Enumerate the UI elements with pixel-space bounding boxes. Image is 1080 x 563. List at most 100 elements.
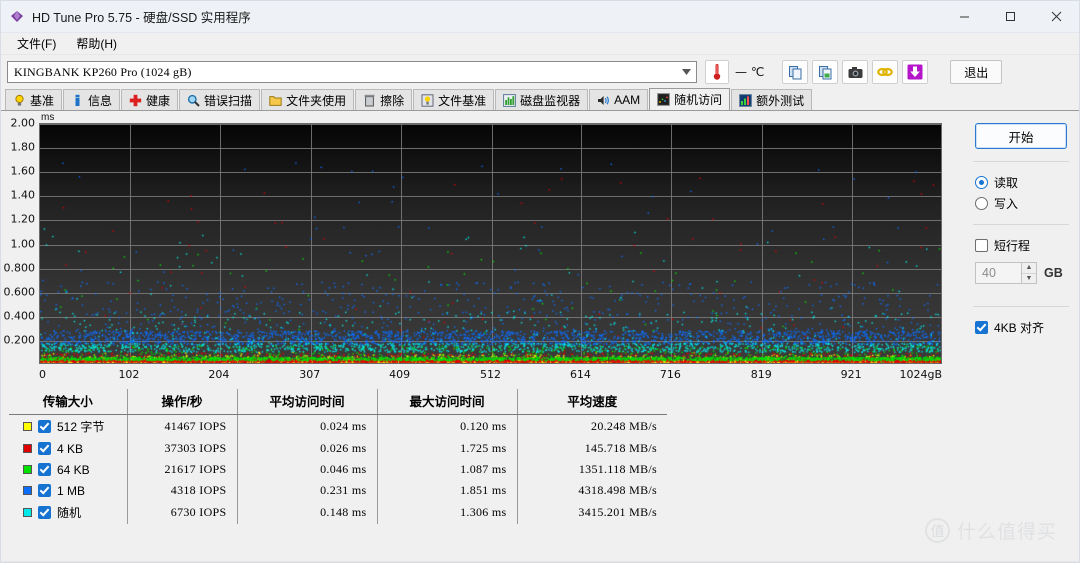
tab-random-access[interactable]: 随机访问: [649, 88, 731, 110]
table-header-row: 传输大小 操作/秒 平均访问时间 最大访问时间 平均速度: [9, 389, 667, 415]
x-axis-tick: 307: [299, 368, 321, 381]
chevron-down-icon: [682, 62, 691, 82]
series-label: 64 KB: [57, 462, 90, 477]
title-bar: HD Tune Pro 5.75 - 硬盘/SSD 实用程序: [1, 1, 1079, 33]
x-axis: 0 102 204 307 409 512 614 716 819 921 1024gB: [39, 368, 942, 384]
tab-extra-tests[interactable]: 额外测试: [731, 89, 813, 110]
y-axis: 2.00 1.80 1.60 1.40 1.20 1.00 0.800 0.600 0.400 0…: [1, 116, 39, 364]
tab-label: 随机访问: [674, 93, 723, 107]
y-axis-tick: 1.20: [10, 212, 36, 226]
tab-folder-usage[interactable]: 文件夹使用: [261, 89, 355, 110]
copy-image-button[interactable]: [812, 60, 839, 84]
radio-write-indicator: [975, 197, 988, 210]
series-checkbox[interactable]: [38, 442, 51, 455]
tab-error-scan[interactable]: 错误扫描: [179, 89, 261, 110]
tab-aam[interactable]: AAM: [589, 89, 649, 110]
table-row: 64 KB 21617 IOPS 0.046 ms 1.087 ms 1351.118 …: [9, 459, 667, 480]
menu-file[interactable]: 文件(F): [7, 33, 66, 54]
radio-read[interactable]: 读取: [975, 174, 1071, 191]
tab-benchmark[interactable]: 基准: [5, 89, 63, 110]
series-checkbox[interactable]: [38, 506, 51, 519]
link-icon[interactable]: [872, 60, 899, 84]
tab-info[interactable]: 信息: [63, 89, 121, 110]
cell-avg-access: 0.024 ms: [236, 414, 377, 438]
legend-cell[interactable]: 4 KB: [9, 438, 127, 459]
cell-avg-access: 0.026 ms: [236, 438, 377, 459]
legend-cell[interactable]: 64 KB: [9, 459, 127, 480]
legend-cell[interactable]: 1 MB: [9, 480, 127, 501]
close-button[interactable]: [1033, 1, 1079, 33]
table-row: 1 MB 4318 IOPS 0.231 ms 1.851 ms 4318.498 MB…: [9, 480, 667, 501]
cell-max-access: 1.851 ms: [376, 480, 517, 501]
results-table: 传输大小 操作/秒 平均访问时间 最大访问时间 平均速度 512 字节 41467…: [1, 389, 963, 524]
series-checkbox[interactable]: [38, 420, 51, 433]
exit-button[interactable]: 退出: [950, 60, 1003, 84]
short-stroke-size-row: 40 ▲ ▼ GB: [975, 262, 1071, 284]
series-checkbox[interactable]: [38, 484, 51, 497]
legend-cell[interactable]: 随机: [9, 501, 127, 524]
tab-label: AAM: [614, 93, 641, 107]
legend-color-swatch: [23, 508, 32, 517]
align-label: 4KB 对齐: [994, 321, 1045, 335]
cell-max-access: 1.306 ms: [376, 501, 517, 524]
spinner-down-icon[interactable]: ▼: [1022, 273, 1036, 283]
legend-cell[interactable]: 512 字节: [9, 415, 127, 439]
info-icon: [71, 94, 84, 107]
short-stroke-spinner[interactable]: 40 ▲ ▼: [975, 262, 1037, 284]
tab-label: 擦除: [380, 93, 405, 108]
column-header-avg-speed: 平均速度: [516, 389, 667, 415]
random-access-chart: ms 2.00 1.80 1.60 1.40 1.20 1.00 0.800 0.600 0.4…: [1, 112, 963, 384]
series-checkbox[interactable]: [38, 463, 51, 476]
bulb-icon: [13, 94, 26, 107]
legend-color-swatch: [23, 486, 32, 495]
tab-health[interactable]: 健康: [121, 89, 179, 110]
camera-icon[interactable]: [842, 60, 869, 84]
radio-write-label: 写入: [994, 197, 1019, 211]
radio-write[interactable]: 写入: [975, 195, 1071, 212]
results-pane: ms 2.00 1.80 1.60 1.40 1.20 1.00 0.800 0.600 0.4…: [1, 111, 963, 562]
speaker-icon: [597, 94, 610, 107]
copy-button[interactable]: [782, 60, 809, 84]
series-label: 1 MB: [57, 483, 86, 498]
menu-help[interactable]: 帮助(H): [66, 33, 127, 54]
x-axis-tick: 409: [389, 368, 411, 381]
thermometer-icon: [705, 60, 729, 84]
tab-file-benchmark[interactable]: 文件基准: [413, 89, 495, 110]
minimize-button[interactable]: [941, 1, 987, 33]
tab-label: 文件基准: [438, 93, 487, 108]
extra-tests-icon: [739, 93, 753, 107]
cell-iops: 4318 IOPS: [126, 480, 237, 501]
cell-avg-speed: 20.248 MB/s: [516, 414, 667, 438]
drive-select[interactable]: KINGBANK KP260 Pro (1024 gB): [7, 61, 697, 83]
divider: [973, 306, 1069, 307]
align-checkbox: [975, 321, 988, 334]
spinner-up-icon[interactable]: ▲: [1022, 263, 1036, 274]
cell-iops: 37303 IOPS: [126, 438, 237, 459]
series-label: 随机: [57, 506, 82, 520]
cell-avg-speed: 4318.498 MB/s: [516, 480, 667, 501]
divider: [973, 161, 1069, 162]
tab-disk-monitor[interactable]: 磁盘监视器: [495, 89, 589, 110]
tab-strip: 基准 信息 健康 错误扫描 文件夹使用 擦除 文件基准 磁盘监视器 AAM 随机…: [1, 88, 1079, 111]
maximize-button[interactable]: [987, 1, 1033, 33]
table-row: 512 字节 41467 IOPS 0.024 ms 0.120 ms 20.248 M…: [9, 414, 667, 439]
cell-avg-speed: 145.718 MB/s: [516, 438, 667, 459]
cell-iops: 6730 IOPS: [126, 501, 237, 524]
x-axis-tick: 921: [840, 368, 862, 381]
cell-avg-access: 0.046 ms: [236, 459, 377, 480]
cell-max-access: 0.120 ms: [376, 414, 517, 438]
short-stroke-unit: GB: [1044, 266, 1063, 280]
download-arrow-icon[interactable]: [902, 60, 929, 84]
magnifier-icon: [187, 94, 200, 107]
table-row: 4 KB 37303 IOPS 0.026 ms 1.725 ms 145.718 MB…: [9, 438, 667, 459]
checkbox-short-stroke[interactable]: 短行程: [975, 237, 1071, 254]
hdtune-diamond-icon: [9, 9, 25, 25]
checkbox-4kb-align[interactable]: 4KB 对齐: [975, 319, 1071, 336]
y-axis-tick: 1.80: [10, 140, 36, 154]
start-button[interactable]: 开始: [975, 123, 1067, 149]
tab-erase[interactable]: 擦除: [355, 89, 413, 110]
cell-iops: 41467 IOPS: [126, 414, 237, 438]
control-panel: 开始 读取 写入 短行程 40 ▲ ▼ GB 4KB 对齐: [963, 111, 1079, 562]
window-title: HD Tune Pro 5.75 - 硬盘/SSD 实用程序: [32, 11, 251, 25]
y-axis-tick: 0.400: [3, 309, 36, 323]
